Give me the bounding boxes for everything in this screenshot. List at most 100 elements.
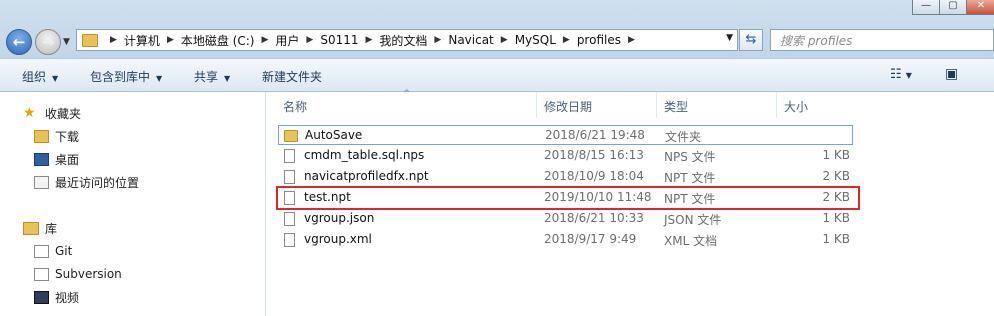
sidebar-item-label: Subversion	[55, 267, 122, 281]
file-date: 2018/8/15 16:13	[544, 148, 644, 162]
chevron-right-icon[interactable]: ▶	[365, 35, 372, 45]
table-row[interactable]: vgroup.json 2018/6/21 10:33 JSON 文件 1 KB	[278, 209, 853, 229]
sidebar-item-label: 收藏夹	[45, 106, 82, 121]
chevron-right-icon[interactable]: ▶	[434, 35, 441, 45]
new-folder-button[interactable]: 新建文件夹	[262, 68, 322, 85]
share-menu[interactable]: 共享 ▼	[194, 68, 230, 85]
sidebar-item-libraries[interactable]: 库	[23, 218, 57, 238]
file-type: JSON 文件	[664, 213, 722, 227]
sort-indicator-icon: ^	[403, 89, 411, 99]
table-row[interactable]: vgroup.xml 2018/9/17 9:49 XML 文档 1 KB	[278, 230, 853, 250]
file-icon	[284, 170, 295, 184]
forward-button[interactable]: →	[35, 29, 61, 55]
column-header-type[interactable]: 类型	[664, 98, 688, 115]
table-row[interactable]: cmdm_table.sql.nps 2018/8/15 16:13 NPS 文…	[278, 146, 853, 166]
desktop-icon	[34, 152, 49, 166]
breadcrumb-computer[interactable]: 计算机	[124, 32, 160, 49]
breadcrumb-local-disk[interactable]: 本地磁盘 (C:)	[181, 32, 255, 49]
downloads-folder-icon	[34, 129, 49, 143]
search-box[interactable]	[770, 29, 994, 51]
column-divider[interactable]	[536, 92, 537, 118]
column-divider[interactable]	[776, 92, 777, 118]
breadcrumb-s0111[interactable]: S0111	[320, 33, 358, 47]
breadcrumb-users[interactable]: 用户	[275, 32, 299, 49]
column-divider[interactable]	[656, 92, 657, 118]
chevron-right-icon[interactable]: ▶	[306, 35, 313, 45]
navigation-pane: ★ 收藏夹 下载 桌面 最近访问的位置 库 Git Subversion 视频	[0, 92, 266, 316]
share-label: 共享	[194, 70, 219, 84]
file-name: vgroup.json	[304, 211, 375, 225]
back-button[interactable]: ←	[6, 29, 32, 55]
sidebar-item-downloads[interactable]: 下载	[34, 126, 79, 146]
chevron-down-icon: ▼	[224, 74, 231, 83]
star-icon: ★	[23, 104, 36, 121]
table-row[interactable]: navicatprofiledfx.npt 2018/10/9 18:04 NP…	[278, 167, 853, 187]
table-row[interactable]: AutoSave 2018/6/21 19:48 文件夹	[278, 125, 853, 145]
sidebar-item-recent-places[interactable]: 最近访问的位置	[34, 172, 139, 192]
file-name: AutoSave	[305, 128, 363, 142]
breadcrumb-mysql[interactable]: MySQL	[515, 33, 556, 47]
file-date: 2018/6/21 19:48	[545, 128, 645, 142]
file-icon	[284, 149, 295, 163]
file-icon	[284, 233, 295, 247]
library-document-icon	[34, 267, 49, 281]
file-date: 2018/9/17 9:49	[544, 232, 637, 246]
file-size: 1 KB	[822, 211, 850, 225]
chevron-down-icon: ▼	[156, 74, 163, 83]
close-button[interactable]: ✕	[966, 0, 994, 15]
minimize-button[interactable]: —	[912, 0, 940, 15]
sidebar-item-label: 视频	[55, 290, 80, 305]
file-type: 文件夹	[665, 130, 702, 144]
chevron-right-icon[interactable]: ▶	[501, 35, 508, 45]
breadcrumb-navicat[interactable]: Navicat	[448, 33, 493, 47]
sidebar-item-favorites[interactable]: ★ 收藏夹	[23, 103, 81, 123]
address-dropdown-icon[interactable]: ▼	[726, 33, 733, 43]
sidebar-item-subversion[interactable]: Subversion	[34, 264, 122, 284]
sidebar-item-git[interactable]: Git	[34, 241, 72, 261]
sidebar-item-label: 下载	[55, 129, 80, 144]
sidebar-item-desktop[interactable]: 桌面	[34, 149, 79, 169]
include-in-library-label: 包含到库中	[90, 70, 151, 84]
refresh-button[interactable]: ⇆	[739, 29, 763, 51]
recent-pages-dropdown-icon[interactable]: ▼	[63, 37, 70, 47]
forward-arrow-icon: →	[41, 33, 55, 51]
search-input[interactable]	[778, 31, 982, 51]
file-type: NPS 文件	[664, 150, 716, 164]
chevron-right-icon[interactable]: ▶	[628, 35, 635, 45]
library-document-icon	[34, 244, 49, 258]
breadcrumb-profiles[interactable]: profiles	[577, 33, 621, 47]
file-size: 1 KB	[822, 232, 850, 246]
file-list: ^ 名称 修改日期 类型 大小 AutoSave 2018/6/21 19:48…	[266, 89, 994, 316]
file-name: navicatprofiledfx.npt	[304, 169, 429, 183]
maximize-button[interactable]: ▢	[939, 0, 967, 15]
organize-menu[interactable]: 组织 ▼	[22, 68, 58, 85]
back-arrow-icon: ←	[12, 33, 26, 51]
chevron-right-icon[interactable]: ▶	[167, 35, 174, 45]
recent-places-icon	[34, 175, 49, 189]
sidebar-item-videos[interactable]: 视频	[34, 287, 79, 307]
view-options-icon[interactable]: ☷ ▼	[890, 67, 912, 82]
file-size: 2 KB	[822, 169, 850, 183]
libraries-icon	[23, 221, 39, 235]
column-header-name[interactable]: 名称	[283, 98, 307, 115]
address-bar[interactable]: ▶ 计算机 ▶ 本地磁盘 (C:) ▶ 用户 ▶ S0111 ▶ 我的文档 ▶ …	[76, 29, 738, 51]
folder-icon	[284, 130, 298, 142]
file-date: 2018/6/21 10:33	[544, 211, 644, 225]
folder-icon	[82, 33, 98, 47]
column-header-date[interactable]: 修改日期	[544, 98, 592, 115]
preview-pane-icon[interactable]: ▣	[945, 66, 958, 82]
file-size: 1 KB	[822, 148, 850, 162]
organize-label: 组织	[22, 70, 47, 84]
command-bar: 组织 ▼ 包含到库中 ▼ 共享 ▼ 新建文件夹 ☷ ▼ ▣	[0, 58, 994, 92]
sidebar-item-label: 桌面	[55, 152, 80, 167]
include-in-library-menu[interactable]: 包含到库中 ▼	[90, 68, 162, 85]
column-header-size[interactable]: 大小	[784, 98, 808, 115]
chevron-right-icon[interactable]: ▶	[110, 35, 117, 45]
file-type: XML 文档	[664, 234, 718, 248]
sidebar-item-label: 最近访问的位置	[55, 175, 140, 190]
refresh-icon: ⇆	[745, 32, 757, 47]
chevron-right-icon[interactable]: ▶	[261, 35, 268, 45]
sidebar-item-label: 库	[45, 221, 58, 236]
chevron-right-icon[interactable]: ▶	[563, 35, 570, 45]
breadcrumb-my-documents[interactable]: 我的文档	[379, 32, 427, 49]
